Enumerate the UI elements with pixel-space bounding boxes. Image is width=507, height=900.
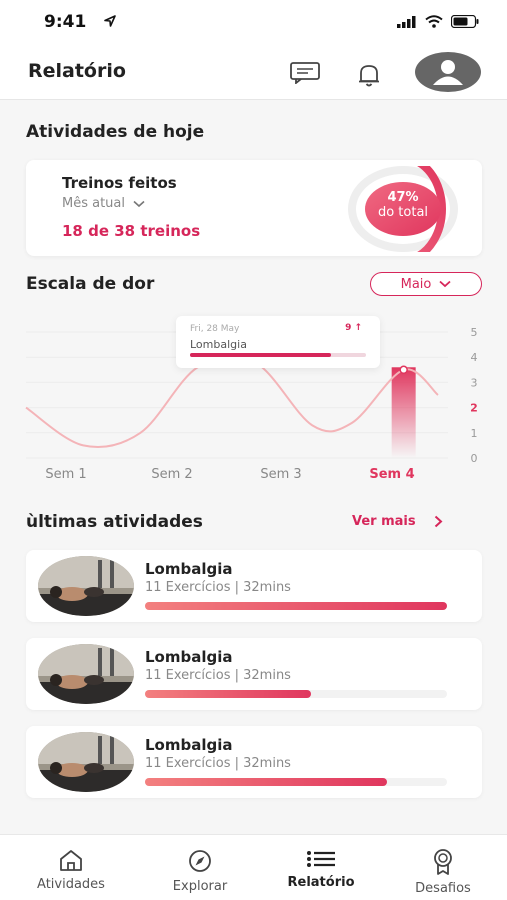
see-more-label: Ver mais	[352, 514, 416, 529]
period-select-label: Mês atual	[62, 196, 126, 211]
activity-meta: 11 Exercícios | 32mins	[145, 668, 291, 683]
wifi-icon	[425, 15, 443, 28]
activity-thumbnail	[38, 556, 134, 616]
tab-atividades[interactable]: Atividades	[16, 835, 126, 900]
tab-desafios[interactable]: Desafios	[388, 835, 498, 900]
chart-xtick-label: Sem 1	[45, 467, 86, 482]
chart-xtick-label: Sem 4	[369, 467, 414, 482]
tooltip-date: Fri, 28 May	[190, 324, 240, 334]
section-title-pain: Escala de dor	[26, 274, 155, 294]
tab-label: Explorar	[172, 879, 228, 894]
activity-name: Lombalgia	[145, 648, 233, 666]
tab-bar: Atividades Explorar Relatório Desafios	[0, 834, 507, 900]
tab-label: Desafios	[415, 881, 471, 896]
chart-xtick-label: Sem 3	[260, 467, 301, 482]
chart-xtick-label: Sem 2	[151, 467, 192, 482]
chart-ytick-label: 0	[471, 452, 478, 465]
see-more-link[interactable]: Ver mais	[352, 514, 443, 529]
home-icon	[60, 850, 82, 871]
chart-point-highlight	[399, 365, 408, 375]
message-icon[interactable]	[290, 62, 320, 84]
activity-meta: 11 Exercícios | 32mins	[145, 580, 291, 595]
workouts-count: 18 de 38 treinos	[62, 222, 201, 240]
ring-label: 47% do total	[348, 190, 458, 220]
tooltip-progress-track	[190, 353, 366, 357]
month-select[interactable]: Maio	[370, 272, 482, 296]
activity-card[interactable]: Lombalgia 11 Exercícios | 32mins	[26, 638, 482, 710]
ring-percent: 47%	[387, 190, 419, 205]
chart-ytick-label: 3	[471, 376, 478, 389]
chevron-right-icon	[434, 515, 443, 528]
activity-progress-fill	[145, 778, 387, 786]
location-arrow-icon	[104, 15, 116, 27]
status-time: 9:41	[44, 12, 87, 32]
chevron-down-icon	[133, 200, 145, 207]
activity-card[interactable]: Lombalgia 11 Exercícios | 32mins	[26, 550, 482, 622]
activity-progress-track	[145, 778, 447, 786]
tab-relatorio[interactable]: Relatório	[266, 835, 376, 900]
section-title-today: Atividades de hoje	[26, 122, 205, 142]
status-indicators	[397, 15, 479, 28]
chart-tooltip: Fri, 28 May 9 ↑ Lombalgia	[176, 316, 380, 368]
page-title: Relatório	[28, 60, 126, 82]
medal-icon	[434, 849, 452, 875]
activity-progress-fill	[145, 690, 312, 698]
workouts-card: Treinos feitos Mês atual 18 de 38 treino…	[26, 160, 482, 256]
tab-label: Atividades	[37, 877, 105, 892]
activity-card[interactable]: Lombalgia 11 Exercícios | 32mins	[26, 726, 482, 798]
workouts-card-title: Treinos feitos	[62, 174, 177, 192]
tab-explorar[interactable]: Explorar	[145, 835, 255, 900]
chart-series-line	[25, 355, 439, 449]
tooltip-name: Lombalgia	[190, 338, 247, 351]
activity-meta: 11 Exercícios | 32mins	[145, 756, 291, 771]
chart-ytick-label: 2	[470, 402, 478, 415]
month-select-label: Maio	[400, 276, 432, 292]
activity-progress-track	[145, 690, 447, 698]
activity-name: Lombalgia	[145, 560, 233, 578]
ring-caption: do total	[377, 205, 429, 220]
activity-progress-track	[145, 602, 447, 610]
chart-ytick-label: 5	[471, 326, 478, 339]
compass-icon	[189, 850, 211, 872]
period-select[interactable]: Mês atual	[62, 196, 145, 211]
tab-label: Relatório	[287, 875, 355, 890]
cellular-signal-icon	[397, 15, 416, 28]
chevron-down-icon	[439, 280, 451, 288]
bell-icon[interactable]	[356, 62, 382, 88]
tooltip-value: 9 ↑	[345, 323, 362, 333]
battery-icon	[451, 15, 479, 28]
chart-highlight-bar	[391, 367, 416, 458]
avatar[interactable]	[415, 52, 481, 92]
chart-ytick-label: 1	[471, 427, 478, 440]
status-bar: 9:41	[0, 0, 507, 48]
section-title-activities: ùltimas atividades	[26, 512, 203, 532]
activity-progress-fill	[145, 602, 447, 610]
tooltip-progress-fill	[190, 353, 331, 357]
activity-name: Lombalgia	[145, 736, 233, 754]
activity-thumbnail	[38, 644, 134, 704]
activity-thumbnail	[38, 732, 134, 792]
app-header: Relatório	[0, 48, 507, 100]
chart-ytick-label: 4	[471, 351, 478, 364]
list-icon	[307, 851, 335, 867]
